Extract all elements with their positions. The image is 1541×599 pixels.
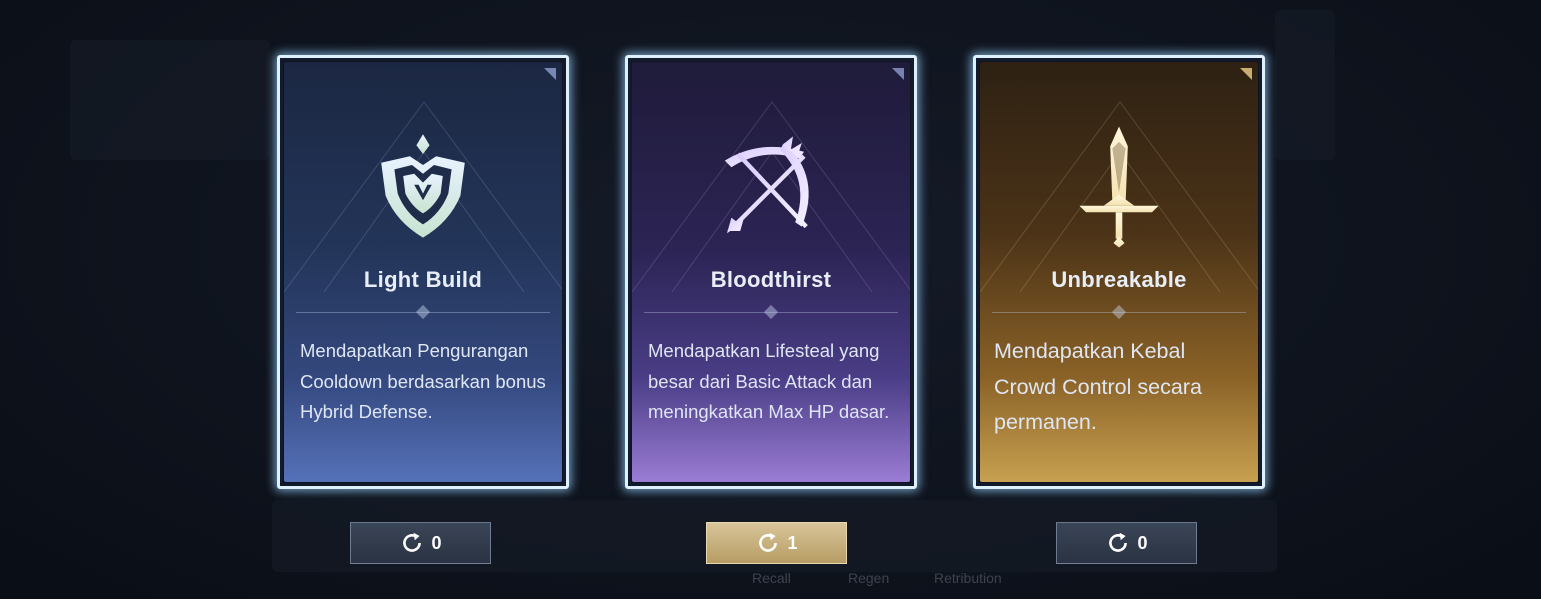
reroll-button[interactable]: 1 [706, 522, 847, 564]
card-bloodthirst[interactable]: Bloodthirst Mendapatkan Lifesteal yang b… [625, 55, 917, 489]
card-unbreakable[interactable]: Unbreakable Mendapatkan Kebal Crowd Cont… [973, 55, 1265, 489]
sword-icon [1079, 126, 1159, 248]
card-light-build[interactable]: Light Build Mendapatkan Pengurangan Cool… [277, 55, 569, 489]
card-description: Mendapatkan Lifesteal yang besar dari Ba… [648, 340, 890, 422]
background-label-regen: Regen [848, 570, 890, 586]
background-label-recall: Recall [752, 570, 791, 586]
card-background: Light Build Mendapatkan Pengurangan Cool… [284, 62, 562, 482]
card-background: Bloodthirst Mendapatkan Lifesteal yang b… [632, 62, 910, 482]
card-background: Unbreakable Mendapatkan Kebal Crowd Cont… [980, 62, 1258, 482]
shield-icon [381, 134, 465, 238]
card-title: Light Build [363, 267, 483, 292]
reroll-button[interactable]: 0 [350, 522, 491, 564]
background-label-retribution: Retribution [934, 570, 1002, 586]
reroll-count: 0 [1137, 532, 1148, 553]
card-description: Mendapatkan Pengurangan Cooldown berdasa… [300, 340, 546, 422]
refresh-icon [759, 532, 778, 552]
refresh-icon [403, 532, 422, 552]
card-divider [992, 304, 1246, 320]
card-divider [644, 304, 898, 320]
card-description: Mendapatkan Kebal Crowd Control secara p… [994, 339, 1202, 434]
crossed-bow-arrow-icon [724, 136, 809, 234]
refresh-icon [1109, 532, 1128, 552]
card-title: Bloodthirst [710, 267, 832, 292]
reroll-button[interactable]: 0 [1056, 522, 1197, 564]
reroll-count: 0 [431, 532, 442, 553]
card-divider [296, 304, 550, 320]
card-title: Unbreakable [1051, 267, 1187, 292]
reroll-count: 1 [787, 532, 798, 553]
